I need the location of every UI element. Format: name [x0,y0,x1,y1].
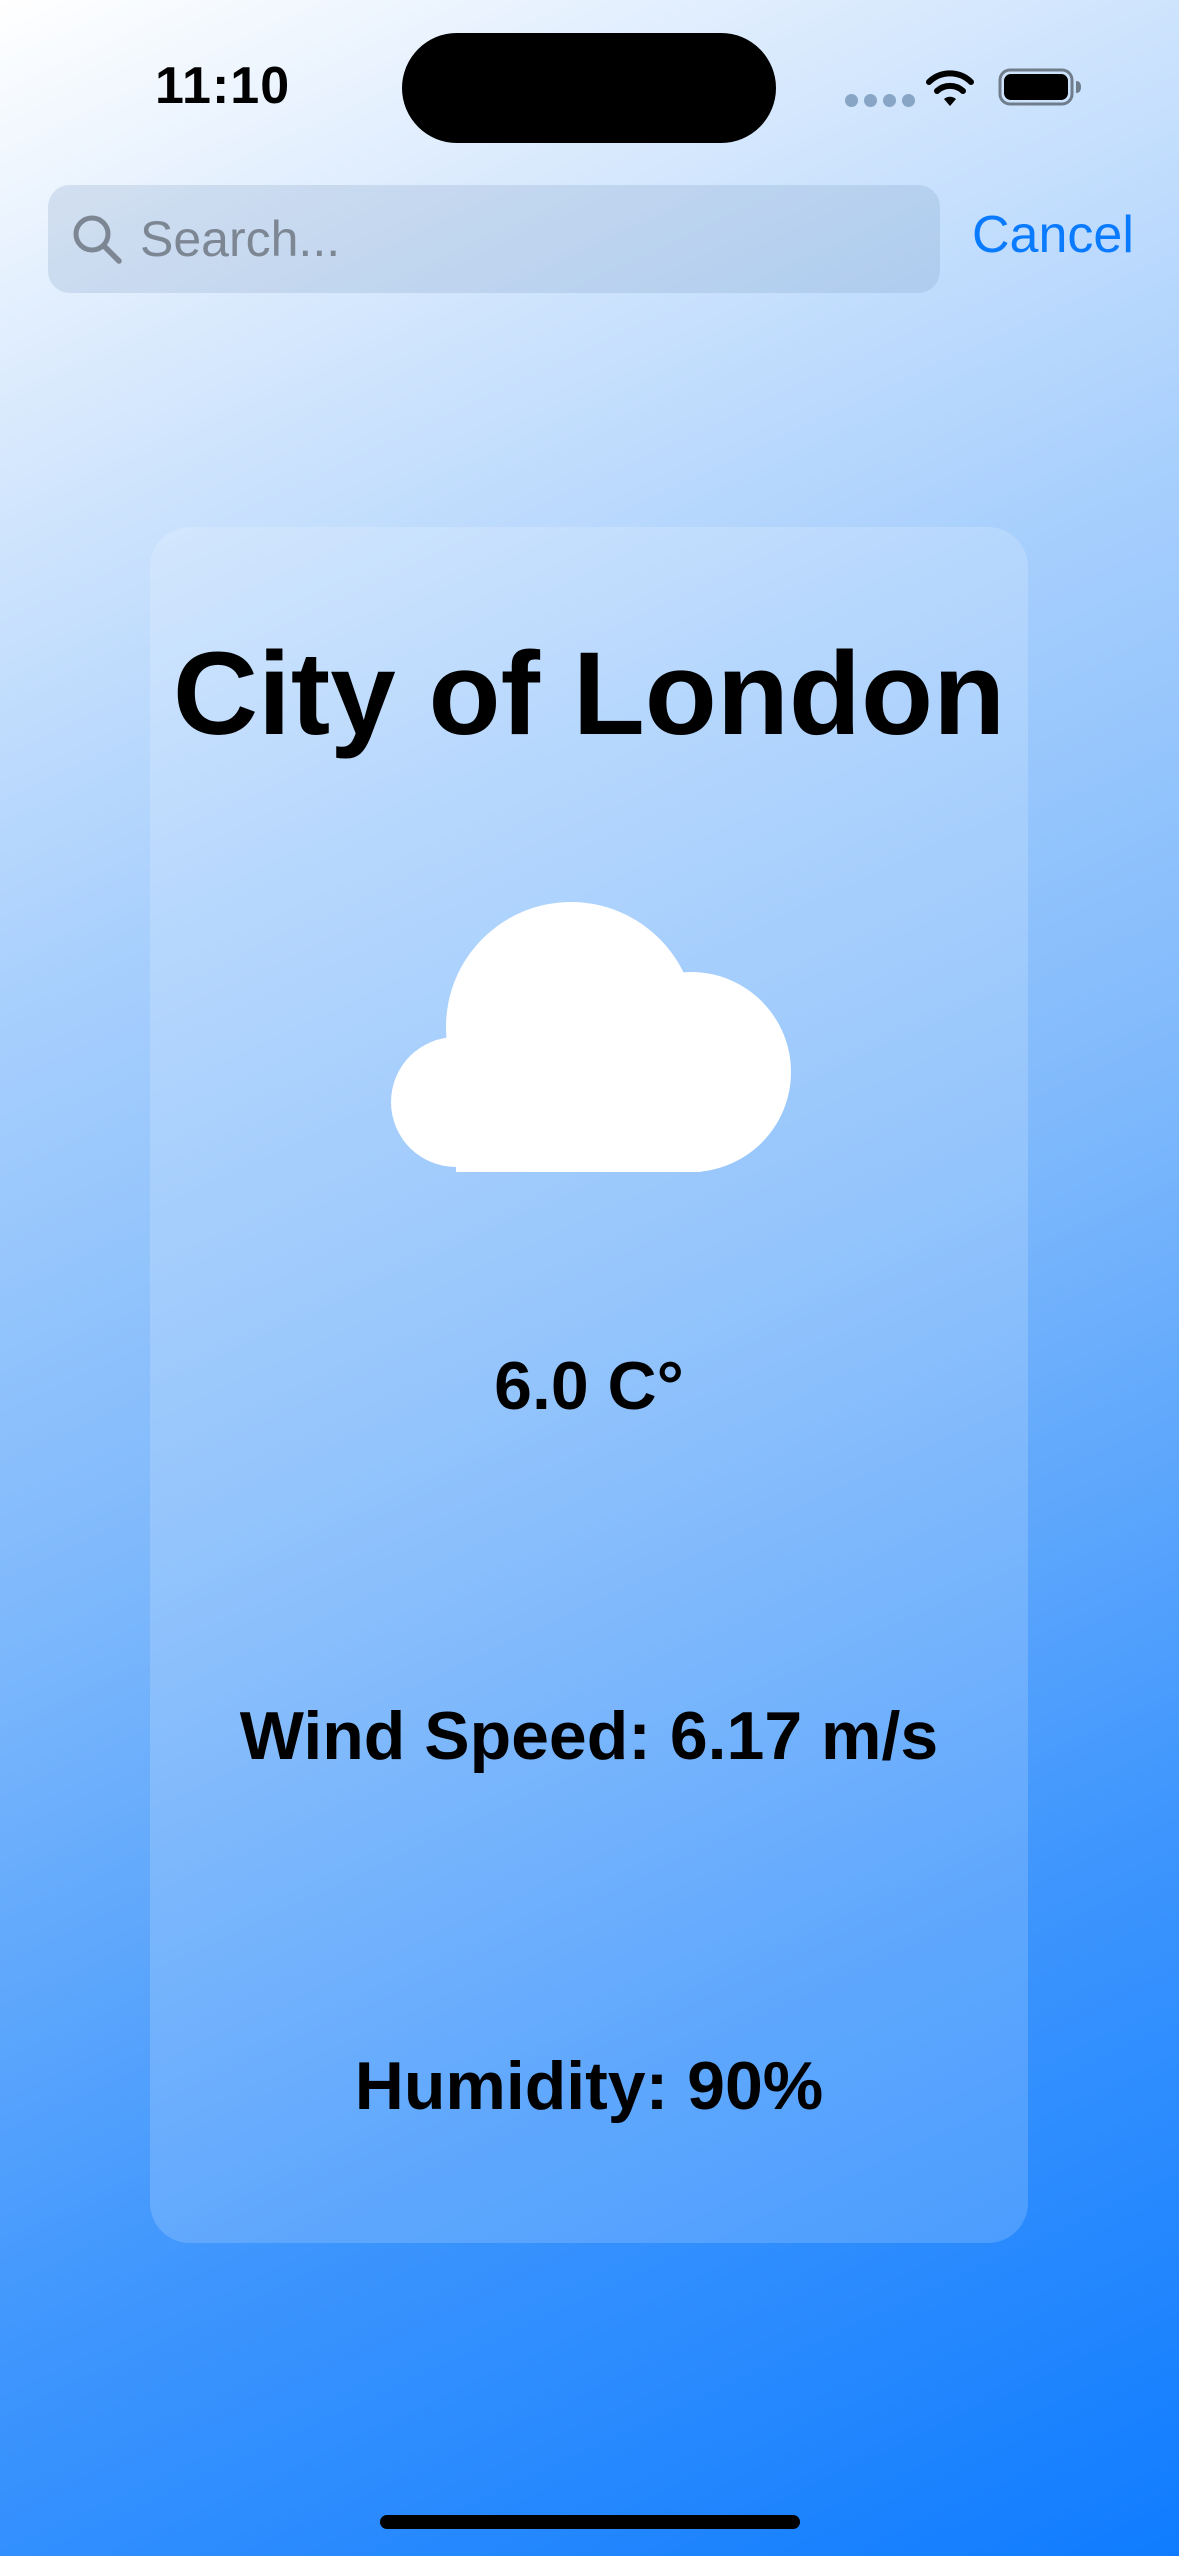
search-input[interactable] [140,199,900,279]
weather-card: City of London 6.0 C° Wind Speed: 6.17 m… [150,527,1028,2243]
humidity: Humidity: 90% [354,2048,824,2124]
wind-speed: Wind Speed: 6.17 m/s [239,1698,939,1774]
cellular-signal-icon [845,94,915,107]
dynamic-island [402,33,776,143]
search-icon [73,215,122,264]
search-field[interactable] [48,185,940,293]
battery-icon [998,68,1081,106]
home-indicator[interactable] [380,2515,800,2529]
wifi-icon [926,70,974,106]
cloud-icon [391,902,791,1172]
status-time: 11:10 [155,57,291,115]
cancel-button[interactable]: Cancel [972,205,1134,265]
city-name: City of London [172,628,1006,760]
temperature: 6.0 C° [494,1348,684,1424]
